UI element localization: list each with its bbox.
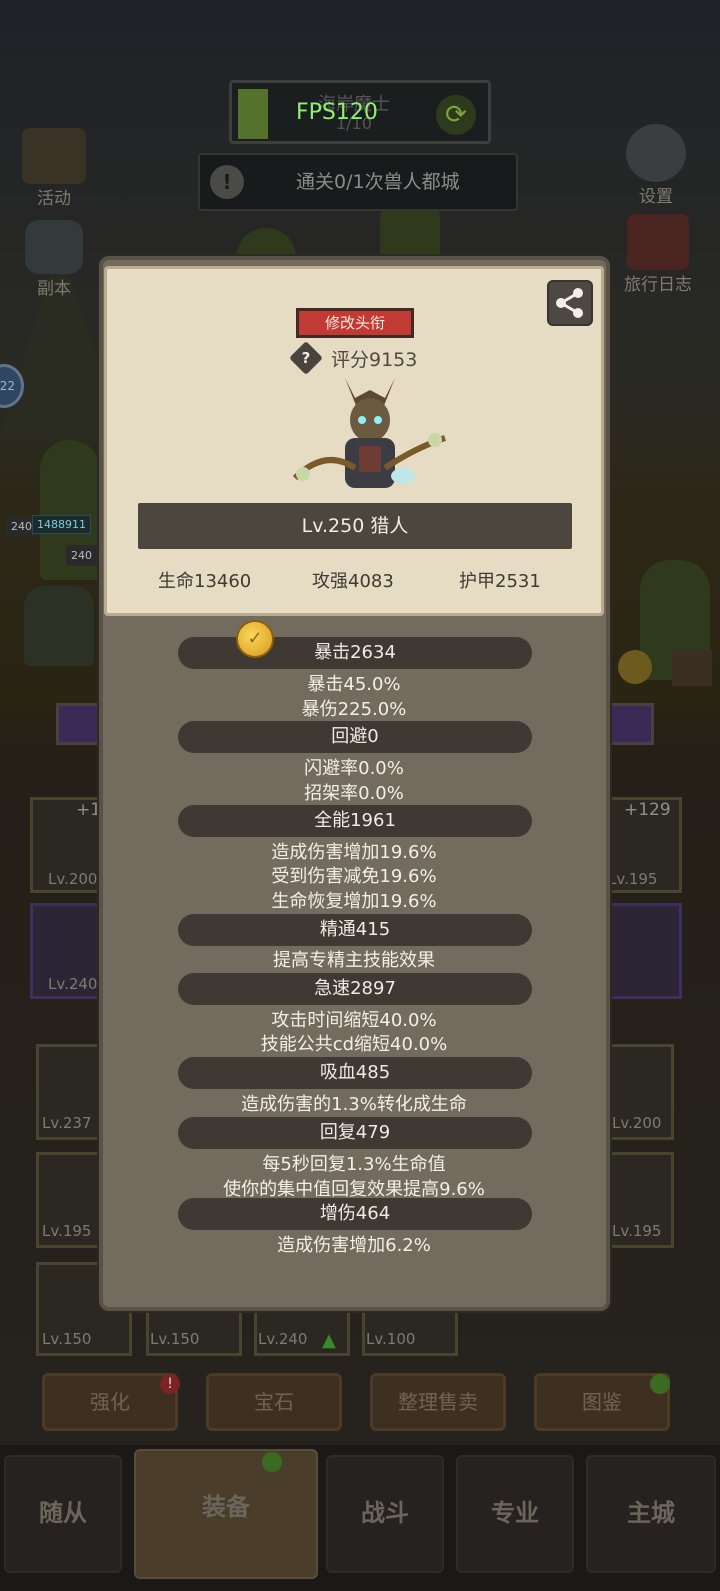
equipment-slot[interactable] — [608, 903, 682, 999]
stat-header-damage-bonus: 增伤464 — [178, 1198, 532, 1230]
book-icon — [627, 214, 689, 270]
sort-sell-button[interactable]: 整理售卖 — [370, 1373, 506, 1431]
hp-stat: 生命13460 — [158, 571, 252, 592]
upgrade-count: +1 — [76, 800, 102, 820]
gem-button[interactable]: 宝石 — [206, 1373, 342, 1431]
stat-header-regen: 回复479 — [178, 1117, 532, 1149]
nav-equipment[interactable]: 装备 — [134, 1449, 318, 1579]
gear-icon — [626, 124, 686, 182]
stat-detail: 受到伤害减免19.6% — [271, 866, 437, 887]
nav-main-city[interactable]: 主城 — [586, 1455, 716, 1573]
hp-bar: 1488911 — [32, 515, 91, 534]
exp-bar — [604, 703, 654, 745]
slot-level: Lv.150 — [42, 1330, 92, 1348]
stat-header-crit: 暴击2634 — [178, 637, 532, 669]
stat-detail: 提高专精主技能效果 — [273, 950, 435, 971]
quest-text: 通关0/1次兽人都城 — [296, 171, 460, 193]
share-icon — [556, 288, 583, 318]
stat-detail: 攻击时间缩短40.0% — [271, 1010, 437, 1031]
nav-profession[interactable]: 专业 — [456, 1455, 574, 1573]
slot-level: Lv.200 — [612, 1114, 662, 1132]
stat-header-haste: 急速2897 — [178, 973, 532, 1005]
refresh-icon[interactable]: ⟳ — [436, 95, 476, 135]
level-chip: 240 — [66, 545, 97, 566]
stat-detail: 暴击45.0% — [307, 674, 401, 695]
stat-detail: 造成伤害增加6.2% — [277, 1235, 431, 1256]
portal-icon — [25, 220, 83, 274]
alert-icon: ! — [210, 165, 244, 199]
enhance-button[interactable]: 强化 — [42, 1373, 178, 1431]
stat-header-versatility: 全能1961 — [178, 805, 532, 837]
stat-detail: 每5秒回复1.3%生命值 — [262, 1154, 446, 1175]
slot-level: Lv.195 — [608, 870, 658, 888]
progress-fill — [238, 89, 268, 139]
nav-battle[interactable]: 战斗 — [326, 1455, 444, 1573]
armor-stat: 护甲2531 — [459, 571, 541, 592]
upgrade-arrow-icon: ▲ — [322, 1330, 336, 1351]
attack-stat: 攻强4083 — [312, 571, 394, 592]
slot-level: Lv.200 — [48, 870, 98, 888]
mail-icon — [672, 650, 712, 686]
travel-log-label: 旅行日志 — [624, 275, 692, 295]
stat-detail: 造成伤害增加19.6% — [271, 842, 437, 863]
level-class-banner: Lv.250 猎人 — [138, 503, 572, 549]
share-button[interactable] — [547, 280, 593, 326]
dungeon-label: 副本 — [37, 279, 71, 299]
slot-level: Lv.150 — [150, 1330, 200, 1348]
hunter-character — [292, 378, 446, 488]
stat-detail: 技能公共cd缩短40.0% — [260, 1034, 448, 1055]
question-mark: ? — [301, 349, 311, 367]
nav-followers[interactable]: 随从 — [4, 1455, 122, 1573]
slot-level: Lv.240 — [258, 1330, 308, 1348]
stat-detail: 闪避率0.0% — [304, 758, 404, 779]
settings-button[interactable]: 设置 — [614, 124, 698, 207]
hero-sprite — [24, 586, 94, 666]
settings-label: 设置 — [639, 187, 673, 207]
slot-level: Lv.237 — [42, 1114, 92, 1132]
notice-badge — [262, 1452, 282, 1472]
stat-header-mastery: 精通415 — [178, 914, 532, 946]
slot-level: Lv.240 — [48, 975, 98, 993]
stat-detail: 造成伤害的1.3%转化成生命 — [241, 1094, 467, 1115]
slot-level: Lv.100 — [366, 1330, 416, 1348]
alert-badge: ! — [160, 1374, 180, 1394]
activity-button[interactable]: 活动 — [14, 128, 94, 209]
stat-header-avoid: 回避0 — [178, 721, 532, 753]
dungeon-button[interactable]: 副本 — [14, 220, 94, 299]
travel-log-button[interactable]: 旅行日志 — [612, 214, 704, 295]
slot-level: Lv.195 — [612, 1222, 662, 1240]
stat-header-lifesteal: 吸血485 — [178, 1057, 532, 1089]
stat-detail: 暴伤225.0% — [301, 699, 407, 720]
notice-badge — [650, 1374, 670, 1394]
activity-label: 活动 — [37, 189, 71, 209]
stat-detail: 招架率0.0% — [304, 783, 404, 804]
change-title-button[interactable]: 修改头衔 — [296, 308, 414, 338]
gold-coin-icon[interactable]: ✓ — [236, 620, 274, 658]
scroll-icon — [22, 128, 86, 184]
stat-detail: 生命恢复增加19.6% — [271, 891, 437, 912]
upgrade-count: +129 — [624, 800, 671, 820]
coin-icon — [618, 650, 652, 684]
fps-counter: FPS120 — [296, 100, 378, 125]
slot-level: Lv.195 — [42, 1222, 92, 1240]
